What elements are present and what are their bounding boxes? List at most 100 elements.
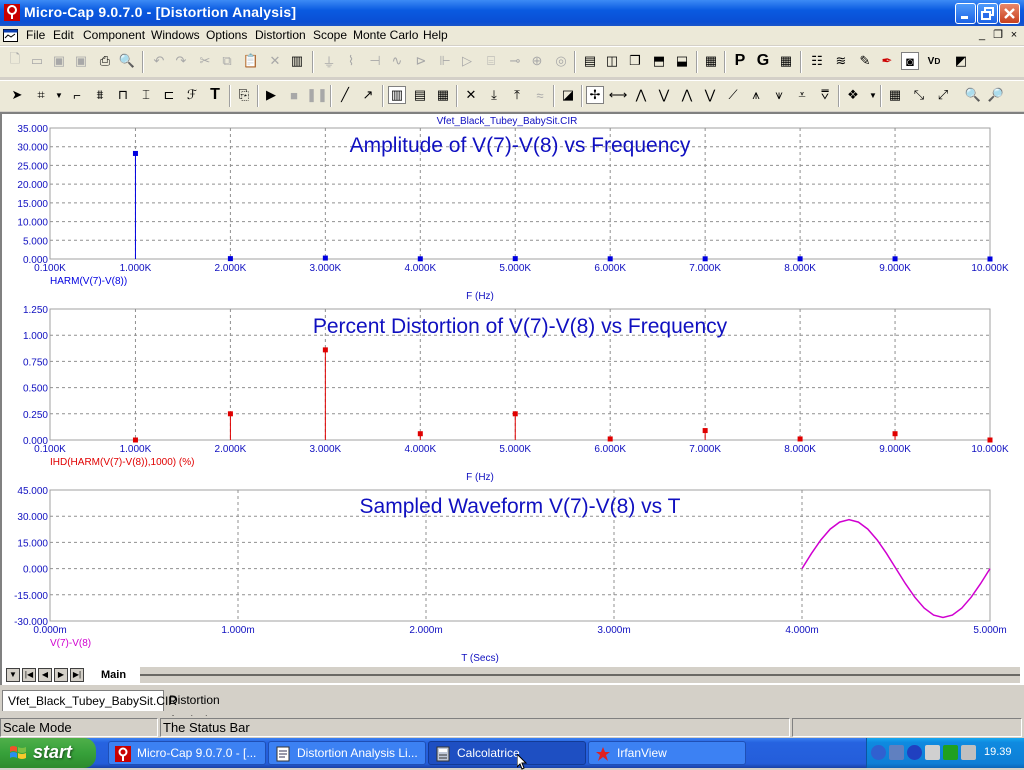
network-icon[interactable] [889, 745, 904, 760]
numeric-output-icon[interactable]: ☷ [808, 52, 826, 70]
select-all-icon[interactable]: ▥ [288, 52, 306, 70]
valley-icon[interactable]: ⋁ [655, 86, 673, 104]
major-grid-icon[interactable]: ▦ [434, 86, 452, 104]
security-icon[interactable] [943, 745, 958, 760]
document-window-icon[interactable] [3, 29, 18, 42]
data-points-icon[interactable]: ◪ [559, 86, 577, 104]
select-arrow-icon[interactable]: ➤ [8, 86, 26, 104]
mdi-close-button[interactable]: × [1007, 28, 1021, 42]
paste-icon[interactable]: 📋 [242, 52, 260, 70]
split-window-icon[interactable]: ⬒ [650, 52, 668, 70]
task-micro-cap[interactable]: Micro-Cap 9.0.7.0 - [... [108, 741, 266, 765]
tile-vertical-icon[interactable]: ◫ [603, 52, 621, 70]
low-icon[interactable]: ⋁ [701, 86, 719, 104]
zoom-in-icon[interactable]: 🔍 [964, 86, 982, 104]
dropdown-arrow-icon[interactable]: ▼ [50, 86, 68, 104]
grid-icon[interactable]: ▦ [777, 52, 795, 70]
thread-icon[interactable]: ≈ [531, 86, 549, 104]
formula-icon[interactable]: ℱ [183, 86, 201, 104]
wire-icon[interactable]: ⌐ [68, 86, 86, 104]
transformer-icon[interactable]: ⌸ [482, 52, 500, 70]
chart-window-icon[interactable]: ◩ [952, 52, 970, 70]
arrow-line-icon[interactable]: ↗ [359, 86, 377, 104]
open-file-icon[interactable]: ▭ [28, 52, 46, 70]
marker-icon[interactable]: ✒ [878, 52, 896, 70]
menu-monte-carlo[interactable]: Monte Carlo [353, 28, 418, 42]
calculator-icon[interactable]: ▦ [702, 52, 720, 70]
horizontal-scrollbar[interactable] [140, 667, 1020, 683]
resistor-icon[interactable]: ⌇ [342, 52, 360, 70]
node-icon[interactable]: ⊓ [114, 86, 132, 104]
prev-tab-button[interactable]: ◀ [38, 668, 52, 682]
capacitor-icon[interactable]: ⊣ [366, 52, 384, 70]
probe-icon[interactable]: ✎ [856, 52, 874, 70]
tray-arrow-icon[interactable] [871, 745, 886, 760]
global-low-icon[interactable]: ⩛ [770, 86, 788, 104]
battery-icon[interactable]: ⊩ [436, 52, 454, 70]
first-sheet-button[interactable]: ▼ [6, 668, 20, 682]
menu-file[interactable]: File [26, 28, 45, 42]
task-distortion-analysis[interactable]: Distortion Analysis Li... [268, 741, 426, 765]
inductor-icon[interactable]: ∿ [388, 52, 406, 70]
properties-icon[interactable]: ⎘ [235, 86, 253, 104]
print-preview-icon[interactable]: 🔍 [118, 52, 136, 70]
task-irfanview[interactable]: IrfanView [588, 741, 746, 765]
peak-icon[interactable]: ⟷ [609, 86, 628, 104]
horizontal-tag-icon[interactable]: ⤓ [485, 86, 503, 104]
source-icon[interactable]: ◎ [552, 52, 570, 70]
task-calcolatrice[interactable]: Calcolatrice [428, 741, 586, 765]
switch-icon[interactable]: ⊸ [506, 52, 524, 70]
scale-grid-icon[interactable]: ▥ [388, 86, 406, 104]
save-icon[interactable]: ▣ [50, 52, 68, 70]
g-key-icon[interactable]: G [754, 52, 772, 70]
text-tool-icon[interactable]: T [206, 86, 224, 104]
undo-icon[interactable]: ↶ [150, 52, 168, 70]
minor-grid-icon[interactable]: ▤ [411, 86, 429, 104]
copy-icon[interactable]: ⧉ [218, 52, 236, 70]
menu-help[interactable]: Help [423, 28, 448, 42]
menu-distortion[interactable]: Distortion [255, 28, 306, 42]
bus-icon[interactable]: ⩩ [91, 86, 109, 104]
ground-icon[interactable]: ⏚ [320, 52, 338, 70]
p-key-icon[interactable]: P [731, 52, 749, 70]
line-tool-icon[interactable]: ╱ [336, 86, 354, 104]
close-button[interactable] [999, 3, 1020, 24]
device-icon[interactable] [961, 745, 976, 760]
waveform-icon[interactable]: ≋ [832, 52, 850, 70]
auto-scale-icon[interactable]: ⤢ [934, 86, 952, 104]
opamp-icon[interactable]: ▷ [458, 52, 476, 70]
menu-edit[interactable]: Edit [53, 28, 74, 42]
stop-icon[interactable]: ■ [285, 86, 303, 104]
top-icon[interactable]: ⩡ [793, 86, 811, 104]
menu-options[interactable]: Options [206, 28, 247, 42]
table-icon[interactable]: ▦ [886, 86, 904, 104]
run-icon[interactable]: ▶ [262, 86, 280, 104]
menu-scope[interactable]: Scope [313, 28, 347, 42]
save-as-icon[interactable]: ▣ [72, 52, 90, 70]
print-icon[interactable]: ⎙ [96, 52, 114, 70]
cascade-icon[interactable]: ❐ [626, 52, 644, 70]
scale-xy-icon[interactable]: ⤡ [910, 86, 928, 104]
plot-window[interactable]: Vfet_Black_Tubey_BabySit.CIR 0.100K 1.000… [0, 112, 1024, 685]
next-peak-icon[interactable]: ⋀ [632, 86, 650, 104]
vid-icon[interactable]: VD [925, 52, 943, 70]
start-button[interactable]: start [0, 738, 96, 768]
mdi-restore-button[interactable]: ❐ [991, 28, 1005, 42]
plot-icon[interactable]: ◙ [901, 52, 919, 70]
bluetooth-icon[interactable] [907, 745, 922, 760]
tab-circuit-file[interactable]: Vfet_Black_Tubey_BabySit.CIR [2, 690, 177, 711]
redo-icon[interactable]: ↷ [172, 52, 190, 70]
overlap-window-icon[interactable]: ⬓ [673, 52, 691, 70]
restore-button[interactable] [977, 3, 998, 24]
next-tab-button[interactable]: ▶ [54, 668, 68, 682]
tab-distortion-analysis[interactable]: Distortion Analysis [164, 690, 266, 727]
distortion-plots[interactable]: Vfet_Black_Tubey_BabySit.CIR 0.100K 1.000… [2, 114, 1022, 670]
performance-icon[interactable]: ❖ [844, 86, 862, 104]
pin-numbers-icon[interactable]: ⊏ [160, 86, 178, 104]
mdi-minimize-button[interactable]: _ [975, 28, 989, 42]
first-tab-button[interactable]: |◀ [22, 668, 36, 682]
menu-windows[interactable]: Windows [151, 28, 200, 42]
cut-icon[interactable]: ✂ [196, 52, 214, 70]
diode-icon[interactable]: ⊳ [412, 52, 430, 70]
bottom-icon[interactable]: ⩢ [816, 86, 834, 104]
